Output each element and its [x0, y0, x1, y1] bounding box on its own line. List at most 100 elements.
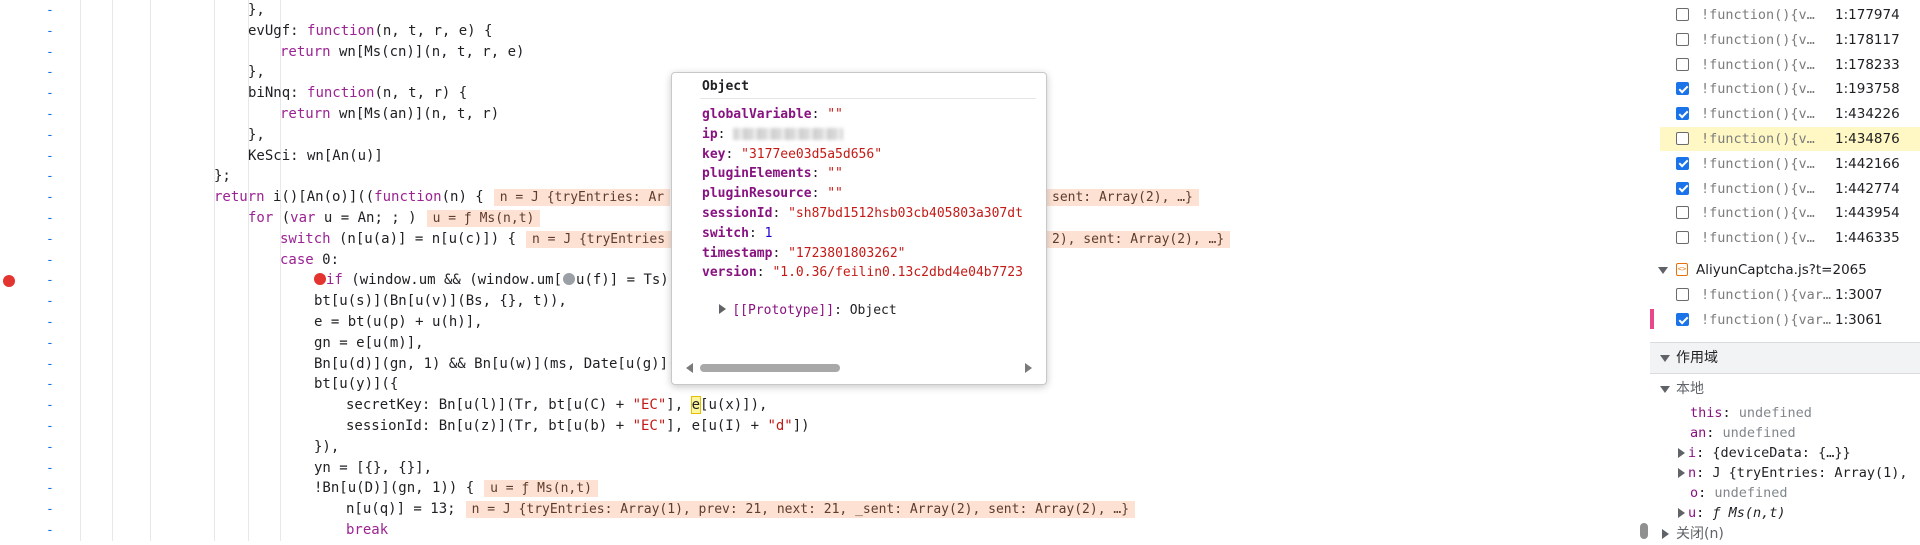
gutter-line[interactable]: - — [0, 312, 60, 333]
breakpoint-item[interactable]: !function(){v… 1:177974 — [1660, 3, 1920, 27]
gutter-line[interactable]: - — [0, 478, 60, 499]
gutter-line[interactable]: - — [0, 437, 60, 458]
object-property-row[interactable]: ip: — [702, 125, 844, 145]
breakpoint-item[interactable]: !function(){v… 1:434226 — [1660, 102, 1920, 126]
object-property-row[interactable]: pluginResource: "" — [702, 184, 843, 204]
editor-vertical-scrollbar[interactable] — [1640, 0, 1650, 541]
collapse-triangle-icon[interactable] — [1658, 267, 1668, 274]
property-colon: : — [748, 225, 765, 241]
scope-variable-text: an: undefined — [1690, 423, 1796, 443]
breakpoint-checkbox[interactable] — [1676, 57, 1689, 71]
gutter-line[interactable]: - — [0, 62, 60, 83]
expand-triangle-icon[interactable] — [1678, 468, 1685, 478]
breakpoint-checkbox[interactable] — [1676, 313, 1689, 326]
breakpoint-icon[interactable] — [3, 275, 15, 288]
breakpoint-checkbox[interactable] — [1676, 181, 1689, 195]
gutter-line[interactable]: - — [0, 83, 60, 104]
breakpoint-item[interactable]: !function(){v… 1:193758 — [1660, 77, 1920, 101]
breakpoint-item[interactable]: !function(){v… 1:178117 — [1660, 28, 1920, 52]
breakpoint-item[interactable]: !function(){var… 1:3007 — [1660, 283, 1920, 307]
object-property-row[interactable]: timestamp: "1723801803262" — [702, 244, 906, 264]
breakpoint-item[interactable]: !function(){var… 1:3061 — [1660, 308, 1920, 332]
breakpoint-file-group[interactable]: <> AliyunCaptcha.js?t=2065 — [1650, 258, 1920, 282]
gutter-line[interactable]: - — [0, 166, 60, 187]
gutter-line[interactable]: - — [0, 520, 60, 541]
gutter-line[interactable]: - — [0, 458, 60, 479]
breakpoint-checkbox[interactable] — [1676, 206, 1689, 220]
gutter-line[interactable]: - — [0, 416, 60, 437]
popover-horizontal-scrollbar[interactable] — [686, 362, 1032, 374]
gutter-line[interactable]: - — [0, 208, 60, 229]
gutter-line[interactable]: - — [0, 374, 60, 395]
conditional-breakpoint-icon[interactable] — [563, 273, 576, 286]
scope-variable[interactable]: u: ƒ Ms(n,t) — [1650, 503, 1920, 523]
expand-triangle-icon[interactable] — [1662, 529, 1669, 539]
code-token: }, — [248, 64, 265, 81]
gutter-marker: - — [46, 211, 54, 226]
breakpoint-checkbox[interactable] — [1676, 32, 1689, 46]
collapse-triangle-icon[interactable] — [1660, 355, 1670, 362]
breakpoint-checkbox[interactable] — [1676, 8, 1689, 21]
breakpoint-item[interactable]: !function(){v… 1:178233 — [1660, 53, 1920, 77]
breakpoint-checkbox[interactable] — [1676, 132, 1689, 145]
gutter-line[interactable]: - — [0, 395, 60, 416]
gutter-line[interactable]: - — [0, 146, 60, 167]
breakpoint-item[interactable]: !function(){v… 1:434876 — [1660, 127, 1920, 151]
scroll-right-arrow-icon[interactable] — [1025, 363, 1032, 373]
variable-colon: : — [1696, 505, 1713, 521]
gutter-line[interactable]: - — [0, 125, 60, 146]
gutter-marker: - — [46, 86, 54, 102]
object-property-row[interactable]: pluginElements: "" — [702, 164, 843, 184]
scope-variable[interactable]: this: undefined — [1650, 403, 1920, 423]
breakpoint-location: 1:3061 — [1835, 312, 1883, 328]
scope-variable[interactable]: o: undefined — [1650, 483, 1920, 503]
scope-variable[interactable]: an: undefined — [1650, 423, 1920, 443]
object-property-row[interactable]: sessionId: "sh87bd1512hsb03cb405803a307d… — [702, 204, 1023, 224]
expand-triangle-icon[interactable] — [1678, 508, 1685, 518]
expand-triangle-icon[interactable] — [719, 304, 727, 314]
object-property-row[interactable]: key: "3177ee03d5a5d656" — [702, 145, 882, 165]
scope-variable[interactable]: i: {deviceData: {…}} — [1650, 443, 1920, 463]
breakpoint-checkbox[interactable] — [1676, 288, 1689, 301]
breakpoint-item[interactable]: !function(){v… 1:446335 — [1660, 226, 1920, 250]
prototype-row[interactable]: [[Prototype]]: Object — [688, 281, 897, 318]
gutter-line[interactable]: - — [0, 250, 60, 271]
breakpoint-checkbox[interactable] — [1676, 107, 1689, 121]
scope-variable-text: i: {deviceData: {…}} — [1688, 443, 1851, 463]
code-line: return wn[Ms(an)](n, t, r) — [280, 104, 499, 125]
breakpoint-item[interactable]: !function(){v… 1:443954 — [1660, 201, 1920, 225]
scroll-left-arrow-icon[interactable] — [686, 363, 693, 373]
gutter-line[interactable]: - — [0, 42, 60, 63]
gutter-line[interactable]: - — [0, 229, 60, 250]
vertical-scrollbar-thumb[interactable] — [1640, 523, 1648, 539]
gutter-line[interactable]: - — [0, 0, 60, 21]
gutter-line[interactable]: - — [0, 187, 60, 208]
collapse-triangle-icon[interactable] — [1660, 386, 1670, 393]
expand-triangle-icon[interactable] — [1678, 448, 1685, 458]
local-scope-header[interactable]: 本地 — [1650, 378, 1920, 400]
gutter-line[interactable]: - — [0, 21, 60, 42]
breakpoint-checkbox[interactable] — [1676, 82, 1689, 96]
gutter-line[interactable]: - — [0, 354, 60, 375]
gutter-line[interactable]: - — [0, 270, 60, 291]
object-property-row[interactable]: globalVariable: "" — [702, 105, 843, 125]
breakpoint-item[interactable]: !function(){v… 1:442166 — [1660, 152, 1920, 176]
gutter-line[interactable]: - — [0, 333, 60, 354]
inline-breakpoint-icon[interactable] — [314, 273, 326, 286]
breakpoint-checkbox[interactable] — [1676, 156, 1689, 170]
hovered-token[interactable]: e — [690, 396, 702, 415]
scope-section-header[interactable]: 作用域 — [1650, 342, 1920, 374]
gutter-line[interactable]: - — [0, 291, 60, 312]
breakpoint-item[interactable]: !function(){v… 1:442774 — [1660, 177, 1920, 201]
breakpoint-checkbox[interactable] — [1676, 231, 1689, 245]
gutter-line[interactable]: - — [0, 104, 60, 125]
code-token: return — [280, 43, 331, 60]
object-property-row[interactable]: switch: 1 — [702, 224, 772, 244]
closure-scope-header[interactable]: 关闭(n) — [1650, 523, 1920, 545]
scrollbar-thumb[interactable] — [700, 364, 840, 372]
scope-variable[interactable]: n: J {tryEntries: Array(1), — [1650, 463, 1920, 483]
code-token: [u(x)]), — [700, 397, 768, 414]
gutter-line[interactable]: - — [0, 499, 60, 520]
code-token: for — [248, 210, 274, 226]
inline-value-tail-wrap: sent: Array(2), …} — [1046, 187, 1199, 208]
